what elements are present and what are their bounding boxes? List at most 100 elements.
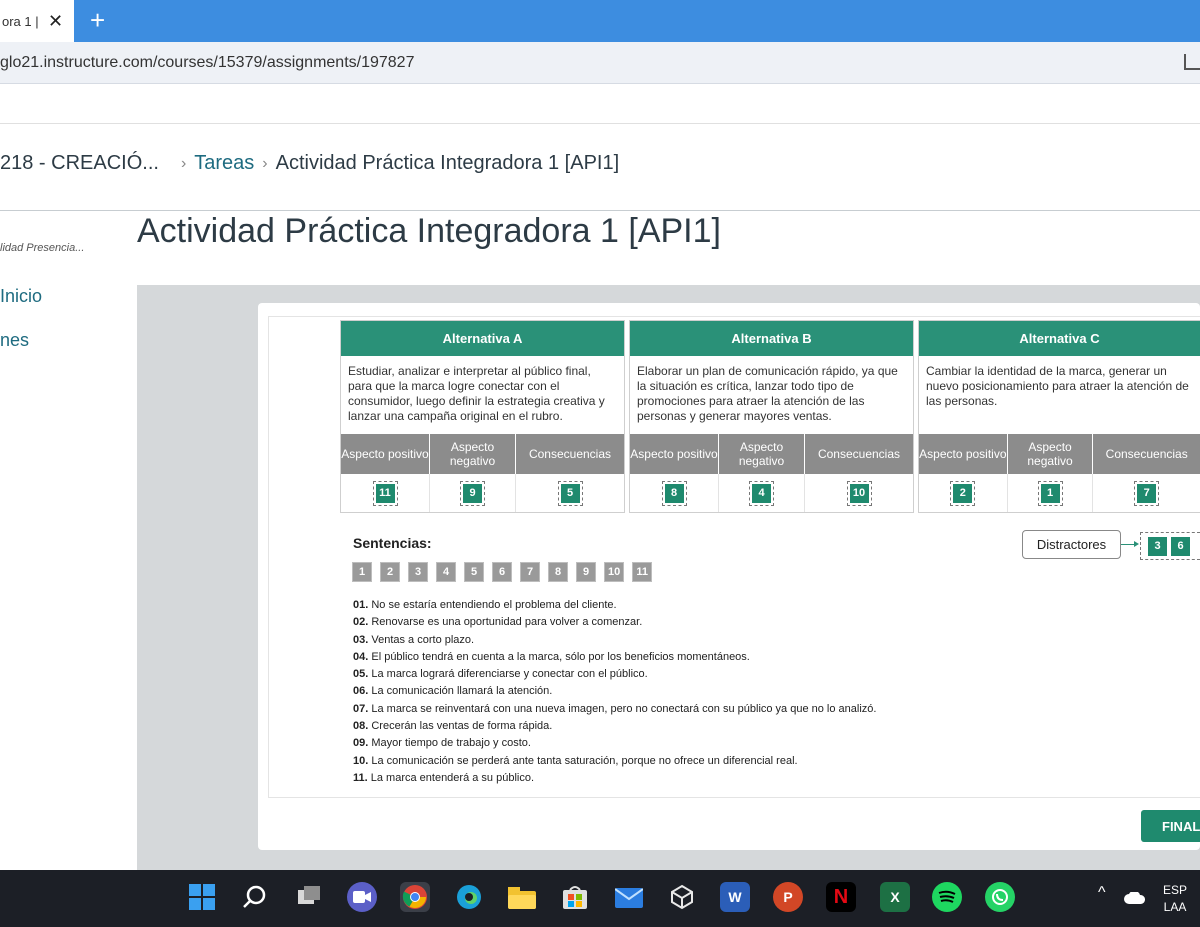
alternative-c: Alternativa C Cambiar la identidad de la… [918, 320, 1200, 513]
alternative-b: Alternativa B Elaborar un plan de comuni… [629, 320, 914, 513]
col-consecuencias: Consecuencias [528, 447, 612, 461]
whatsapp-icon[interactable] [985, 882, 1015, 912]
file-explorer-icon[interactable] [507, 882, 537, 912]
distractors-drop-zone[interactable]: 3 6 [1140, 532, 1200, 560]
mail-icon[interactable] [614, 882, 644, 912]
col-aspecto-negativo: Aspecto negativo [719, 434, 805, 474]
col-consecuencias: Consecuencias [817, 447, 901, 461]
chevron-right-icon: › [180, 154, 187, 172]
list-item: 04. El público tendrá en cuenta a la mar… [353, 650, 750, 663]
drop-zone-row: 11 9 5 [341, 474, 624, 512]
drop-zone[interactable]: 7 [1093, 474, 1200, 512]
drop-zone[interactable]: 10 [805, 474, 913, 512]
answer-chip[interactable]: 6 [1171, 536, 1190, 556]
answer-chip[interactable]: 11 [375, 483, 395, 503]
sidebar-item-secondary[interactable]: nes [0, 330, 29, 351]
breadcrumb-tareas[interactable]: Tareas [194, 152, 254, 175]
chevron-right-icon: › [262, 154, 268, 172]
answer-chip[interactable]: 3 [1148, 536, 1167, 556]
drop-zone-row: 8 4 10 [630, 474, 913, 512]
chrome-icon[interactable] [400, 882, 430, 912]
sentence-chip[interactable]: 11 [632, 562, 653, 582]
alternative-title: Alternativa C [919, 321, 1200, 356]
sentence-chip[interactable]: 7 [520, 562, 540, 582]
col-aspecto-negativo: Aspecto negativo [430, 434, 516, 474]
col-aspecto-positivo: Aspecto positivo [919, 434, 1008, 474]
chevron-up-icon[interactable]: ^ [1098, 884, 1106, 902]
sidebar-subtitle: lidad Presencia... [0, 242, 85, 254]
alternative-description: Cambiar la identidad de la marca, genera… [919, 356, 1200, 434]
share-icon[interactable] [1184, 54, 1200, 70]
tab-title: ora 1 | [2, 13, 38, 29]
list-item: 10. La comunicación se perderá ante tant… [353, 754, 798, 767]
alternative-columns: Aspecto positivo Aspecto negativo Consec… [341, 434, 624, 474]
alternative-description: Elaborar un plan de comunicación rápido,… [630, 356, 913, 434]
alternative-columns: Aspecto positivo Aspecto negativo Consec… [919, 434, 1200, 474]
sentence-chip[interactable]: 9 [576, 562, 596, 582]
spotify-icon[interactable] [932, 882, 962, 912]
alternative-description: Estudiar, analizar e interpretar al públ… [341, 356, 624, 434]
sentence-chip[interactable]: 10 [604, 562, 625, 582]
breadcrumb-current: Actividad Práctica Integradora 1 [API1] [275, 152, 620, 174]
answer-chip[interactable]: 1 [1040, 483, 1060, 503]
list-item: 06. La comunicación llamará la atención. [353, 685, 553, 698]
excel-icon[interactable]: X [880, 882, 910, 912]
distractors-button[interactable]: Distractores [1022, 530, 1121, 559]
alternative-columns: Aspecto positivo Aspecto negativo Consec… [630, 434, 913, 474]
sidebar-item-inicio[interactable]: Inicio [0, 286, 42, 307]
answer-chip[interactable]: 2 [953, 483, 973, 503]
sentence-chip[interactable]: 5 [464, 562, 484, 582]
store-icon[interactable] [560, 882, 590, 912]
sentence-chip[interactable]: 8 [548, 562, 568, 582]
list-item: 02. Renovarse es una oportunidad para vo… [353, 616, 643, 629]
windows-icon[interactable] [187, 882, 217, 912]
list-item: 09. Mayor tiempo de trabajo y costo. [353, 737, 531, 750]
windows-taskbar: W P N X ^ ESP LAA [0, 870, 1200, 927]
drop-zone[interactable]: 4 [719, 474, 805, 512]
app-icon[interactable] [667, 882, 697, 912]
sentence-chip[interactable]: 1 [352, 562, 372, 582]
sentences-list: 01. No se estaría entendiendo el problem… [353, 597, 876, 787]
drop-zone[interactable]: 9 [430, 474, 516, 512]
teams-icon[interactable] [347, 882, 377, 912]
powerpoint-icon[interactable]: P [773, 882, 803, 912]
answer-chip[interactable]: 4 [752, 483, 771, 503]
browser-tab[interactable]: ora 1 | ✕ [0, 0, 74, 42]
drop-zone[interactable]: 1 [1008, 474, 1094, 512]
answer-chip[interactable]: 9 [463, 483, 482, 503]
breadcrumb-course[interactable]: 218 - CREACIÓ... [0, 152, 159, 175]
drop-zone[interactable]: 8 [630, 474, 719, 512]
sentence-chip[interactable]: 4 [436, 562, 456, 582]
alternative-title: Alternativa A [341, 321, 624, 356]
address-bar: glo21.instructure.com/courses/15379/assi… [0, 42, 1200, 84]
answer-chip[interactable]: 10 [849, 483, 869, 503]
url-field[interactable]: glo21.instructure.com/courses/15379/assi… [0, 54, 414, 72]
sentence-chip[interactable]: 3 [408, 562, 428, 582]
list-item: 05. La marca logrará diferenciarse y con… [353, 668, 648, 681]
drop-zone[interactable]: 5 [516, 474, 624, 512]
sentences-heading: Sentencias: [353, 535, 432, 551]
sentence-chip[interactable]: 6 [492, 562, 512, 582]
answer-chip[interactable]: 5 [560, 483, 580, 503]
cloud-icon[interactable] [1124, 890, 1146, 907]
word-icon[interactable]: W [720, 882, 750, 912]
close-icon[interactable]: ✕ [48, 11, 63, 32]
search-icon[interactable] [240, 882, 270, 912]
list-item: 03. Ventas a corto plazo. [353, 633, 475, 646]
answer-chip[interactable]: 8 [664, 483, 684, 503]
drop-zone[interactable]: 2 [919, 474, 1008, 512]
edge-icon[interactable] [454, 882, 484, 912]
col-aspecto-positivo: Aspecto positivo [630, 434, 719, 474]
language-indicator[interactable]: ESP LAA [1163, 882, 1187, 916]
drop-zone[interactable]: 11 [341, 474, 430, 512]
new-tab-button[interactable]: + [90, 6, 105, 34]
list-item: 01. No se estaría entendiendo el problem… [353, 599, 617, 611]
drop-zone-row: 2 1 7 [919, 474, 1200, 512]
list-item: 08. Crecerán las ventas de forma rápida. [353, 720, 553, 733]
task-view-icon[interactable] [294, 882, 324, 912]
answer-chip[interactable]: 7 [1137, 483, 1157, 503]
netflix-icon[interactable]: N [826, 882, 856, 912]
sentence-chip[interactable]: 2 [380, 562, 400, 582]
finalize-button[interactable]: FINAL [1141, 810, 1200, 842]
sentence-chips: 1 2 3 4 5 6 7 8 9 10 11 [352, 562, 653, 582]
